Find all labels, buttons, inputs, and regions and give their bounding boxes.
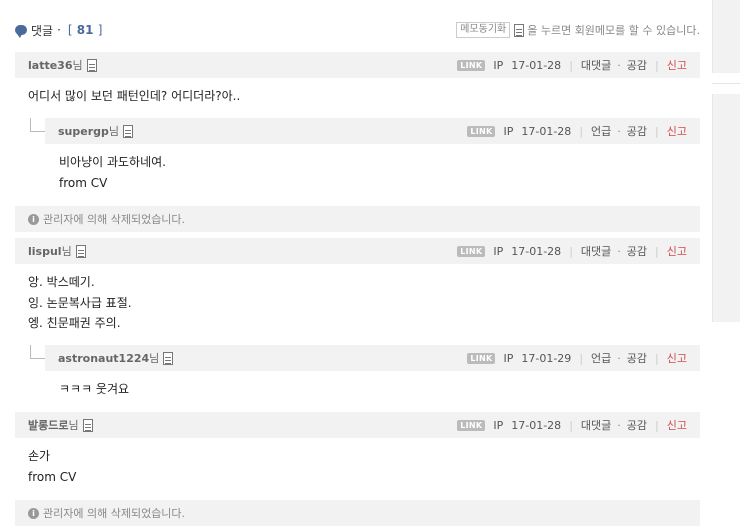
comment-body: 앙. 박스떼기. 잉. 논문복사급 표절. 엥. 친문패권 주의.	[28, 275, 132, 330]
reply-button[interactable]: 대댓글	[581, 243, 611, 259]
mention-button[interactable]: 언급	[591, 350, 611, 366]
comment-body: 어디서 많이 보던 패턴인데? 어디더라?아..	[28, 89, 241, 103]
reply-button[interactable]: 대댓글	[581, 417, 611, 433]
comment-author[interactable]: lispul	[28, 245, 62, 258]
link-badge[interactable]: LINK	[467, 352, 496, 364]
memo-icon[interactable]	[82, 418, 93, 432]
reply-indicator	[30, 345, 45, 359]
deleted-notice: 관리자에 의해 삭제되었습니다.	[43, 213, 186, 226]
memo-sync-hint: 메모동기화 을 누르면 회원메모를 할 수 있습니다.	[456, 22, 700, 38]
document-icon	[514, 23, 525, 37]
ip-label: IP	[493, 244, 504, 258]
report-button[interactable]: 신고	[667, 243, 687, 259]
comment-header: lispul 님 LINK IP 17-01-28 | 대댓글 · 공감 | 신고	[15, 238, 700, 264]
title-separator: ·	[57, 23, 61, 37]
comment-date: 17-01-28	[511, 244, 562, 258]
deleted-comment: i 관리자에 의해 삭제되었습니다.	[15, 500, 700, 526]
like-button[interactable]: 공감	[627, 417, 647, 433]
comment-date: 17-01-28	[521, 124, 572, 138]
reply-header: astronaut1224 님 LINK IP 17-01-29 | 언급 · 공…	[45, 345, 700, 371]
info-icon: i	[28, 213, 39, 225]
report-button[interactable]: 신고	[667, 350, 687, 366]
side-divider	[712, 83, 740, 84]
mention-button[interactable]: 언급	[591, 123, 611, 139]
link-badge[interactable]: LINK	[467, 125, 496, 137]
comment-author[interactable]: supergp	[58, 125, 109, 138]
comments-header: 댓글 · [ 81 ] 메모동기화 을 누르면 회원메모를 할 수 있습니다.	[15, 21, 700, 39]
comment-author[interactable]: latte36	[28, 59, 72, 72]
report-button[interactable]: 신고	[667, 123, 687, 139]
comment-count: [ 81 ]	[67, 23, 103, 37]
link-badge[interactable]: LINK	[457, 245, 486, 257]
comment-date: 17-01-28	[511, 418, 562, 432]
reply-button[interactable]: 대댓글	[581, 57, 611, 73]
link-badge[interactable]: LINK	[457, 419, 486, 431]
info-icon: i	[28, 507, 39, 519]
like-button[interactable]: 공감	[627, 243, 647, 259]
reply-indicator	[30, 118, 45, 132]
like-button[interactable]: 공감	[627, 57, 647, 73]
link-badge[interactable]: LINK	[457, 59, 486, 71]
reply-body: 비아냥이 과도하네여. from CV	[59, 155, 166, 190]
speech-bubble-icon	[15, 25, 27, 38]
comment-body: 손가 from CV	[28, 449, 77, 484]
memo-hint-text: 을 누르면 회원메모를 할 수 있습니다.	[527, 24, 700, 37]
reply-header: supergp 님 LINK IP 17-01-28 | 언급 · 공감 | 신고	[45, 118, 700, 144]
deleted-notice: 관리자에 의해 삭제되었습니다.	[43, 507, 186, 520]
ip-label: IP	[503, 124, 514, 138]
comment-author[interactable]: 발롱드로	[28, 417, 68, 433]
comment-date: 17-01-29	[521, 351, 572, 365]
reply-body: ㅋㅋㅋ 웃겨요	[59, 382, 130, 396]
comment-header: latte36 님 LINK IP 17-01-28 | 대댓글 · 공감 | 신…	[15, 52, 700, 78]
report-button[interactable]: 신고	[667, 417, 687, 433]
memo-icon[interactable]	[123, 124, 134, 138]
comment-header: 발롱드로 님 LINK IP 17-01-28 | 대댓글 · 공감 | 신고	[15, 412, 700, 438]
memo-icon[interactable]	[86, 58, 97, 72]
comment-date: 17-01-28	[511, 58, 562, 72]
like-button[interactable]: 공감	[627, 350, 647, 366]
memo-icon[interactable]	[75, 244, 86, 258]
ip-label: IP	[493, 58, 504, 72]
side-panel-top	[712, 0, 740, 73]
ip-label: IP	[503, 351, 514, 365]
memo-sync-button[interactable]: 메모동기화	[456, 22, 511, 38]
memo-icon[interactable]	[163, 351, 174, 365]
comments-title: 댓글	[31, 23, 54, 38]
ip-label: IP	[493, 418, 504, 432]
side-panel-bottom	[712, 94, 740, 322]
deleted-comment: i 관리자에 의해 삭제되었습니다.	[15, 206, 700, 232]
like-button[interactable]: 공감	[627, 123, 647, 139]
comment-author[interactable]: astronaut1224	[58, 352, 149, 365]
report-button[interactable]: 신고	[667, 57, 687, 73]
